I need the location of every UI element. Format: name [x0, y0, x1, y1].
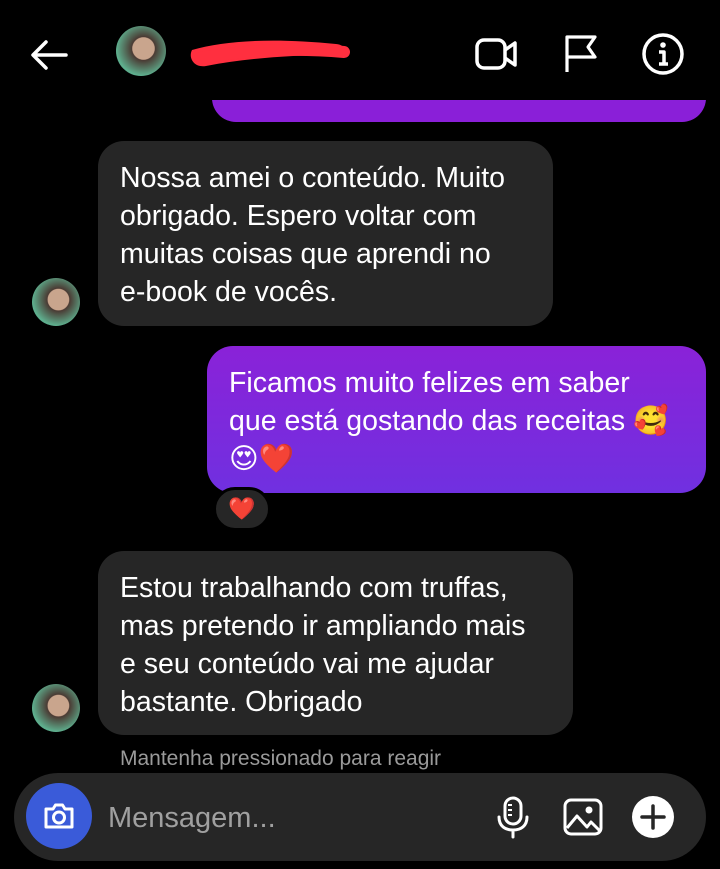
image-icon[interactable]	[561, 795, 605, 839]
contact-avatar[interactable]	[32, 684, 80, 732]
microphone-icon[interactable]	[491, 795, 535, 839]
camera-icon	[44, 803, 74, 829]
outgoing-message[interactable]: Ficamos muito felizes em saber que está …	[207, 346, 706, 493]
incoming-message[interactable]: Nossa amei o conteúdo. Muito obrigado. E…	[98, 141, 553, 326]
heart-reaction[interactable]: ❤️	[213, 487, 271, 531]
contact-avatar[interactable]	[116, 26, 166, 76]
info-icon[interactable]	[639, 30, 687, 78]
video-camera-icon[interactable]	[473, 30, 521, 78]
conversation-header	[0, 0, 720, 100]
contact-avatar[interactable]	[32, 278, 80, 326]
camera-button[interactable]	[26, 783, 92, 849]
message-composer	[14, 773, 706, 861]
reaction-emoji: ❤️	[228, 496, 256, 521]
message-input[interactable]	[106, 795, 490, 841]
redacted-name	[190, 40, 350, 67]
reaction-hint: Mantenha pressionado para reagir	[120, 747, 442, 770]
incoming-message[interactable]: Estou trabalhando com truffas, mas prete…	[98, 551, 573, 735]
arrow-left-icon[interactable]	[28, 34, 70, 76]
plus-icon[interactable]	[631, 795, 675, 839]
flag-icon[interactable]	[557, 30, 605, 78]
